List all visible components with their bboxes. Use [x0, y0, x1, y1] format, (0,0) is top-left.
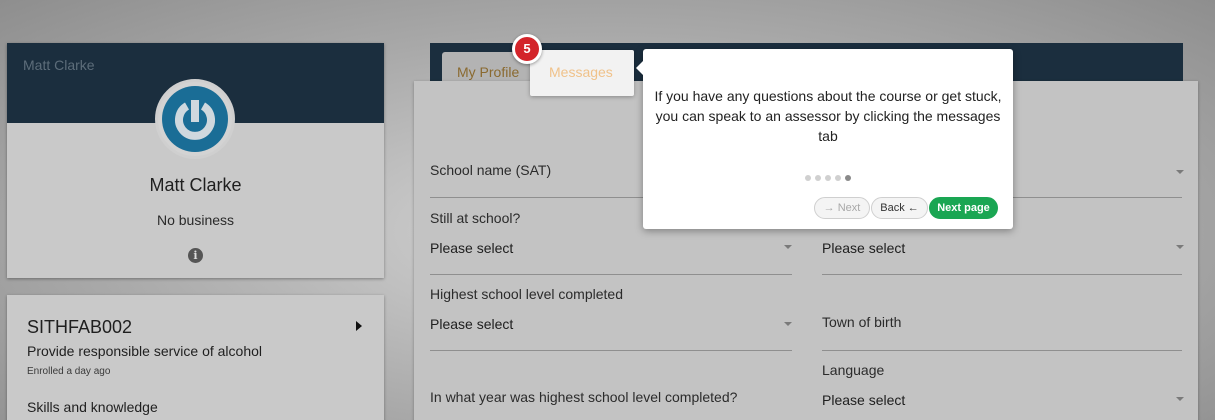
tab-my-profile-label: My Profile [457, 64, 520, 80]
avatar-logo [162, 86, 228, 152]
progress-dot[interactable] [815, 175, 821, 181]
right-select[interactable]: Please select [822, 240, 905, 256]
chevron-down-icon[interactable] [1176, 170, 1184, 174]
still-at-school-label: Still at school? [430, 210, 521, 226]
language-select[interactable]: Please select [822, 392, 905, 408]
chevron-right-icon[interactable] [356, 321, 362, 331]
course-card[interactable]: SITHFAB002 Provide responsible service o… [7, 295, 384, 420]
field-underline [430, 274, 792, 275]
still-at-school-select[interactable]: Please select [430, 240, 513, 256]
chevron-down-icon[interactable] [784, 245, 792, 249]
profile-business: No business [156, 212, 235, 228]
tour-tooltip-text: If you have any questions about the cour… [654, 88, 1002, 144]
chevron-down-icon[interactable] [1176, 397, 1184, 401]
year-completed-label: In what year was highest school level co… [430, 389, 738, 405]
tour-back-button[interactable]: Back ← [871, 197, 928, 219]
highest-level-label: Highest school level completed [430, 286, 623, 302]
language-label: Language [822, 362, 885, 378]
tour-progress-dots [805, 175, 851, 181]
field-underline [822, 350, 1182, 351]
field-underline [430, 350, 792, 351]
tour-next-page-button[interactable]: Next page [929, 197, 998, 219]
tooltip-pointer [636, 61, 643, 75]
school-name-label: School name (SAT) [430, 162, 552, 178]
profile-header-name: Matt Clarke [23, 57, 95, 73]
progress-dot-active[interactable] [845, 175, 851, 181]
course-title: Provide responsible service of alcohol [27, 343, 263, 359]
progress-dot[interactable] [835, 175, 841, 181]
chevron-down-icon[interactable] [1176, 245, 1184, 249]
tab-messages[interactable]: Messages [530, 50, 634, 96]
course-enrolled-date: Enrolled a day ago [27, 366, 111, 377]
power-logo-icon [175, 100, 215, 140]
profile-card: Matt Clarke Matt Clarke No business i [7, 43, 384, 278]
course-code: SITHFAB002 [27, 317, 133, 337]
course-section-label[interactable]: Skills and knowledge [27, 399, 158, 415]
highest-level-select[interactable]: Please select [430, 316, 513, 332]
tab-messages-label: Messages [549, 64, 613, 80]
progress-dot[interactable] [825, 175, 831, 181]
info-icon[interactable]: i [188, 248, 203, 263]
town-of-birth-field[interactable]: Town of birth [822, 314, 901, 330]
field-underline [822, 274, 1182, 275]
progress-dot[interactable] [805, 175, 811, 181]
avatar [155, 79, 235, 159]
tour-next-button[interactable]: → Next [814, 197, 870, 219]
profile-name: Matt Clarke [149, 175, 242, 195]
tour-tooltip: If you have any questions about the cour… [636, 49, 1013, 229]
chevron-down-icon[interactable] [784, 322, 792, 326]
tour-step-badge: 5 [512, 34, 542, 64]
